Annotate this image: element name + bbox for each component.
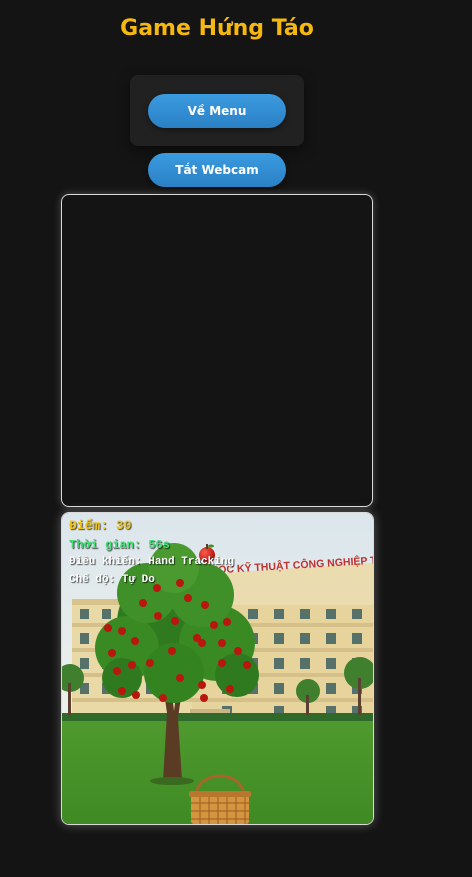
game-canvas[interactable]: ĐẠI HỌC KỸ THUẬT CÔNG NGHIỆP T.N.UT bbox=[61, 512, 374, 825]
game-title: Game Hứng Táo bbox=[120, 16, 314, 41]
game-mode-label: Chế độ: Tự Do bbox=[69, 574, 155, 586]
score-label: Điểm: 30 bbox=[69, 518, 132, 533]
menu-panel: Về Menu bbox=[130, 75, 304, 146]
control-mode-label: Điều khiển: Hand Tracking bbox=[69, 556, 235, 568]
back-to-menu-button[interactable]: Về Menu bbox=[148, 94, 286, 128]
time-label: Thời gian: 56s bbox=[69, 538, 170, 552]
toggle-webcam-button[interactable]: Tắt Webcam bbox=[148, 153, 286, 187]
webcam-view bbox=[61, 194, 373, 507]
